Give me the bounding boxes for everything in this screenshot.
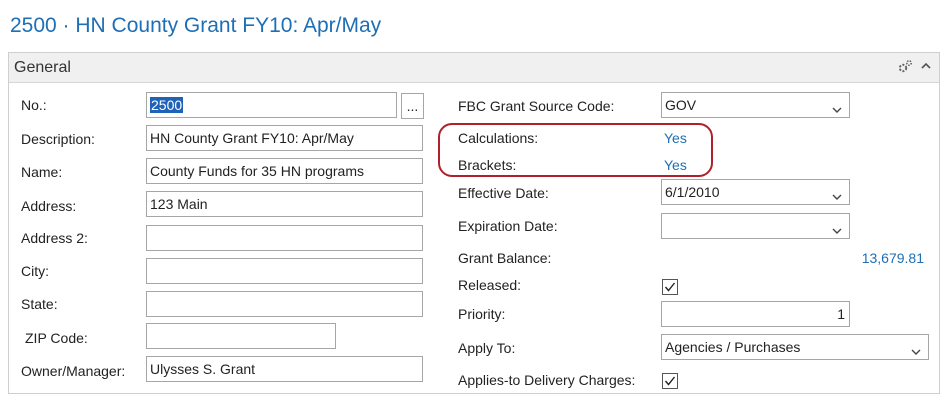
chevron-down-icon[interactable] bbox=[831, 186, 843, 204]
description-field[interactable]: HN County Grant FY10: Apr/May bbox=[146, 125, 423, 151]
city-field[interactable] bbox=[146, 258, 423, 284]
expiration-date-field[interactable] bbox=[661, 213, 850, 239]
no-field[interactable]: 2500 bbox=[146, 92, 397, 118]
assist-edit-button[interactable]: ... bbox=[401, 93, 424, 119]
address-field[interactable]: 123 Main bbox=[146, 191, 423, 217]
delivery-charges-label: Applies-to Delivery Charges: bbox=[458, 372, 636, 388]
apply-to-value: Agencies / Purchases bbox=[665, 339, 801, 355]
expiration-date-label: Expiration Date: bbox=[458, 218, 558, 234]
checkmark-icon bbox=[664, 282, 676, 292]
effective-date-field[interactable]: 6/1/2010 bbox=[661, 179, 850, 205]
gear-icon[interactable] bbox=[897, 59, 913, 78]
released-checkbox[interactable] bbox=[662, 279, 678, 295]
brackets-link[interactable]: Yes bbox=[664, 157, 687, 173]
state-field[interactable] bbox=[146, 291, 423, 317]
delivery-charges-checkbox[interactable] bbox=[662, 373, 678, 389]
brackets-label: Brackets: bbox=[458, 157, 517, 173]
zip-field[interactable] bbox=[146, 323, 336, 349]
released-label: Released: bbox=[458, 277, 522, 293]
state-label: State: bbox=[21, 296, 58, 312]
chevron-down-icon bbox=[831, 99, 843, 117]
grant-balance-link[interactable]: 13,679.81 bbox=[862, 250, 924, 266]
grant-balance-label: Grant Balance: bbox=[458, 250, 552, 266]
apply-to-select[interactable]: Agencies / Purchases bbox=[661, 334, 929, 360]
no-value: 2500 bbox=[150, 97, 184, 113]
owner-label: Owner/Manager: bbox=[21, 363, 126, 379]
chevron-down-icon bbox=[910, 341, 922, 359]
apply-to-label: Apply To: bbox=[458, 340, 516, 356]
calculations-link[interactable]: Yes bbox=[664, 130, 687, 146]
checkmark-icon bbox=[664, 376, 676, 386]
source-code-value: GOV bbox=[665, 97, 697, 113]
source-code-select[interactable]: GOV bbox=[661, 92, 850, 118]
effective-date-value: 6/1/2010 bbox=[665, 184, 720, 200]
chevron-up-icon[interactable] bbox=[919, 59, 933, 76]
priority-field[interactable]: 1 bbox=[661, 301, 850, 327]
name-field[interactable]: County Funds for 35 HN programs bbox=[146, 158, 423, 184]
source-code-label: FBC Grant Source Code: bbox=[458, 98, 615, 114]
address2-label: Address 2: bbox=[21, 230, 88, 246]
address-label: Address: bbox=[21, 198, 77, 214]
fasttab-header[interactable]: General bbox=[9, 53, 939, 83]
name-label: Name: bbox=[21, 164, 63, 180]
owner-field[interactable]: Ulysses S. Grant bbox=[146, 356, 423, 382]
no-label: No.: bbox=[21, 97, 47, 113]
description-label: Description: bbox=[21, 131, 95, 147]
priority-label: Priority: bbox=[458, 306, 506, 322]
fasttab-title: General bbox=[14, 59, 71, 76]
address2-field[interactable] bbox=[146, 225, 423, 251]
page-title: 2500 · HN County Grant FY10: Apr/May bbox=[10, 14, 382, 37]
effective-date-label: Effective Date: bbox=[458, 185, 549, 201]
chevron-down-icon[interactable] bbox=[831, 220, 843, 238]
calculations-label: Calculations: bbox=[458, 130, 539, 146]
zip-label: ZIP Code: bbox=[25, 330, 88, 346]
city-label: City: bbox=[21, 263, 49, 279]
